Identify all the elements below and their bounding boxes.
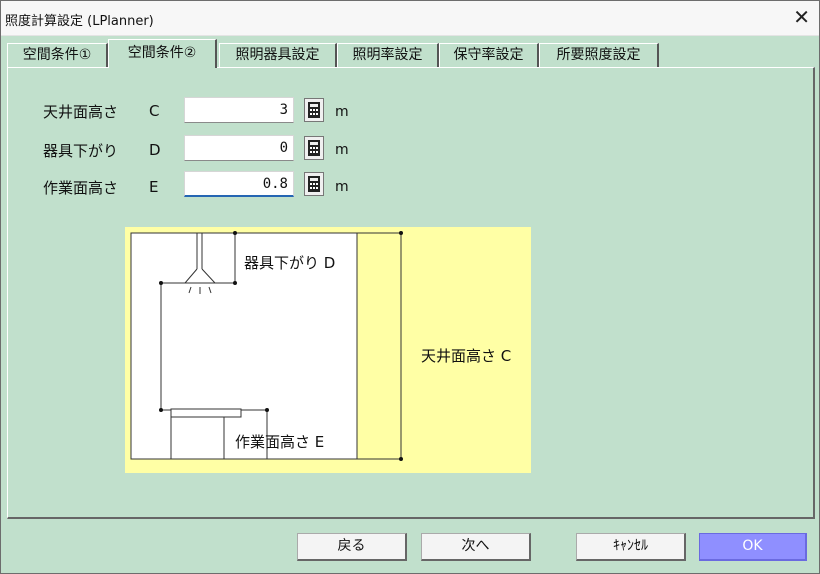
fixture-drop-input[interactable]: 0 — [184, 135, 294, 161]
work-plane-height-input[interactable]: 0.8 — [184, 171, 294, 197]
work-plane-height-unit: m — [335, 179, 349, 195]
fixture-drop-letter: D — [149, 141, 161, 159]
ceiling-height-letter: C — [149, 102, 160, 120]
tab-required-illuminance[interactable]: 所要照度設定 — [539, 43, 659, 67]
tab-space-condition-2[interactable]: 空間条件② — [108, 39, 217, 68]
ceiling-height-diagram-label: 天井面高さ C — [421, 347, 512, 365]
calculator-icon[interactable] — [304, 136, 324, 160]
window-title: 照度計算設定 (LPlanner) — [5, 14, 154, 29]
work-plane-height-label: 作業面高さ — [43, 179, 119, 197]
close-icon[interactable]: ✕ — [793, 5, 810, 29]
tab-label: 空間条件① — [22, 47, 92, 63]
work-plane-diagram-label: 作業面高さ E — [235, 433, 325, 451]
fixture-drop-diagram-label: 器具下がり D — [244, 254, 336, 272]
next-button[interactable]: 次へ — [421, 533, 531, 561]
ceiling-height-label: 天井面高さ — [43, 103, 119, 121]
tab-label: 保守率設定 — [453, 47, 524, 63]
room-section-diagram: 器具下がり D 天井面高さ C 作業面高さ E — [125, 227, 531, 473]
title-bar: 照度計算設定 (LPlanner) ✕ — [1, 1, 819, 36]
tab-fixture-settings[interactable]: 照明器具設定 — [219, 43, 337, 67]
tab-label: 所要照度設定 — [556, 47, 641, 63]
fixture-drop-unit: m — [335, 142, 349, 158]
tab-label: 照明器具設定 — [235, 47, 320, 63]
dialog-window: 照度計算設定 (LPlanner) ✕ 空間条件① 空間条件② 照明器具設定 照… — [0, 0, 820, 574]
calculator-icon[interactable] — [304, 98, 324, 122]
tab-space-condition-1[interactable]: 空間条件① — [7, 43, 108, 67]
tab-maintenance-factor[interactable]: 保守率設定 — [439, 43, 539, 67]
ceiling-height-input[interactable]: 3 — [184, 97, 294, 123]
cancel-button[interactable]: ｷｬﾝｾﾙ — [576, 533, 686, 561]
tab-label: 空間条件② — [127, 45, 197, 61]
ceiling-height-unit: m — [335, 104, 349, 120]
tab-utilization-factor[interactable]: 照明率設定 — [337, 43, 439, 67]
fixture-drop-label: 器具下がり — [43, 142, 119, 160]
back-button[interactable]: 戻る — [297, 533, 407, 561]
calculator-icon[interactable] — [304, 172, 324, 196]
ok-button[interactable]: OK — [699, 533, 807, 561]
tab-label: 照明率設定 — [352, 47, 423, 63]
work-plane-height-letter: E — [149, 178, 159, 196]
